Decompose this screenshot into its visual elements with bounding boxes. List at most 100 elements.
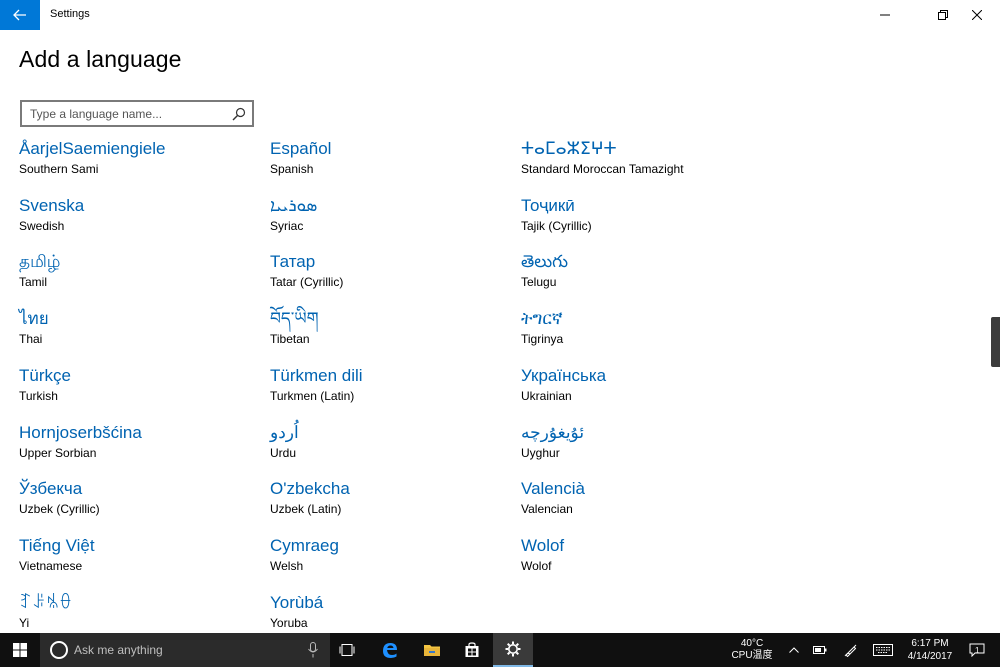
language-native-name: Tiếng Việt (19, 535, 95, 555)
language-item[interactable]: ไทย Thai (19, 308, 259, 358)
notification-count: 1 (975, 646, 980, 655)
language-native-name: Wolof (521, 535, 565, 555)
language-item[interactable]: ÅarjelSaemiengiele Southern Sami (19, 138, 259, 188)
language-search-box[interactable] (20, 100, 254, 127)
language-native-name: ܣܘܪܝܝܐ (270, 195, 318, 215)
language-english-name: Urdu (270, 445, 297, 460)
language-item[interactable]: اُردو Urdu (270, 422, 510, 472)
restore-icon (938, 10, 948, 20)
language-item[interactable]: Türkçe Turkish (19, 365, 259, 415)
language-item[interactable]: Yorùbá Yoruba (270, 592, 510, 633)
language-english-name: Uzbek (Cyrillic) (19, 502, 100, 517)
language-item[interactable]: Español Spanish (270, 138, 510, 188)
show-hidden-icons-button[interactable] (781, 633, 807, 667)
language-english-name: Valencian (521, 502, 573, 517)
language-native-name: ئۇيغۇرچە (521, 422, 585, 442)
language-english-name: Swedish (19, 218, 65, 233)
close-icon (972, 10, 982, 20)
back-button[interactable] (0, 0, 40, 30)
cortana-icon (50, 641, 68, 659)
language-item[interactable]: Valencià Valencian (521, 478, 761, 528)
battery-button[interactable] (807, 633, 833, 667)
language-native-name: Ўзбекча (19, 479, 83, 499)
language-item[interactable]: Hornjoserbšćina Upper Sorbian (19, 422, 259, 472)
search-icon[interactable] (232, 107, 246, 121)
store-bag-icon (465, 642, 479, 657)
back-arrow-icon (13, 9, 26, 21)
file-explorer-button[interactable] (412, 633, 452, 667)
language-item[interactable]: ꆈꌠꁱꂷ Yi (19, 592, 259, 633)
task-view-button[interactable] (330, 633, 364, 667)
language-item[interactable]: தமிழ் Tamil (19, 251, 259, 301)
store-button[interactable] (452, 633, 492, 667)
language-native-name: Тоҷикӣ (521, 195, 575, 215)
language-item[interactable]: Українська Ukrainian (521, 365, 761, 415)
cpu-temperature[interactable]: 40°C CPU温度 (728, 638, 776, 662)
pen-workspace-button[interactable] (838, 633, 864, 667)
scrollbar-thumb[interactable] (991, 317, 1000, 367)
language-native-name: Valencià (521, 479, 585, 499)
language-native-name: ⵜⴰⵎⴰⵣⵉⵖⵜ (521, 139, 617, 158)
language-native-name: བོད་ཡིག (270, 309, 319, 329)
cortana-search-text: Ask me anything (74, 643, 163, 657)
language-native-name: ትግርኛ (521, 309, 563, 329)
language-english-name: Telugu (521, 275, 557, 290)
language-item[interactable]: Тоҷикӣ Tajik (Cyrillic) (521, 195, 761, 245)
language-native-name: اُردو (270, 422, 299, 442)
cortana-search-box[interactable]: Ask me anything (40, 633, 330, 667)
language-item[interactable]: ⵜⴰⵎⴰⵣⵉⵖⵜ Standard Moroccan Tamazight (521, 138, 761, 188)
language-english-name: Syriac (270, 218, 304, 233)
start-button[interactable] (0, 633, 40, 667)
language-item[interactable]: Türkmen dili Turkmen (Latin) (270, 365, 510, 415)
minimize-button[interactable] (862, 0, 908, 30)
battery-icon (813, 646, 827, 654)
cpu-temp-value: 40°C (740, 638, 764, 649)
language-item[interactable]: తెలుగు Telugu (521, 251, 761, 301)
action-center-button[interactable]: 1 (962, 633, 992, 667)
settings-window: Settings Add a language ÅarjelSaemiengie… (0, 0, 1000, 633)
close-button[interactable] (954, 0, 1000, 30)
language-native-name: Türkmen dili (270, 365, 363, 385)
language-item[interactable]: བོད་ཡིག Tibetan (270, 308, 510, 358)
settings-taskbar-button[interactable] (493, 633, 533, 667)
language-item[interactable]: Татар Tatar (Cyrillic) (270, 251, 510, 301)
language-native-name: ꆈꌠꁱꂷ (19, 592, 73, 612)
language-english-name: Vietnamese (19, 558, 83, 573)
title-bar: Settings (0, 0, 1000, 30)
language-english-name: Thai (19, 332, 43, 347)
language-english-name: Tatar (Cyrillic) (270, 275, 344, 290)
language-item[interactable]: Tiếng Việt Vietnamese (19, 535, 259, 585)
language-english-name: Tibetan (270, 332, 310, 347)
language-native-name: Türkçe (19, 365, 71, 385)
edge-icon (383, 643, 397, 658)
language-search-input[interactable] (30, 105, 230, 123)
language-english-name: Tajik (Cyrillic) (521, 218, 592, 233)
language-english-name: Standard Moroccan Tamazight (521, 162, 684, 176)
language-item[interactable]: ܣܘܪܝܝܐ Syriac (270, 195, 510, 245)
language-native-name: O'zbekcha (270, 479, 350, 499)
pen-icon (844, 644, 857, 657)
language-native-name: Hornjoserbšćina (19, 422, 142, 442)
microphone-icon[interactable] (308, 642, 318, 658)
language-item[interactable]: ئۇيغۇرچە Uyghur (521, 422, 761, 472)
language-native-name: Cymraeg (270, 535, 339, 555)
language-native-name: ÅarjelSaemiengiele (19, 139, 166, 158)
language-english-name: Wolof (521, 558, 552, 573)
language-item[interactable]: Ўзбекча Uzbek (Cyrillic) (19, 478, 259, 528)
language-native-name: ไทย (19, 309, 49, 329)
language-english-name: Yi (19, 615, 30, 630)
language-item[interactable]: O'zbekcha Uzbek (Latin) (270, 478, 510, 528)
language-item[interactable]: Cymraeg Welsh (270, 535, 510, 585)
language-english-name: Yoruba (270, 615, 308, 630)
chevron-up-icon (789, 647, 799, 653)
language-item[interactable]: Svenska Swedish (19, 195, 259, 245)
language-item[interactable]: ትግርኛ Tigrinya (521, 308, 761, 358)
language-native-name: Español (270, 139, 332, 158)
clock[interactable]: 6:17 PM 4/14/2017 (900, 637, 960, 663)
edge-button[interactable] (370, 633, 410, 667)
app-title: Settings (50, 8, 90, 20)
touch-keyboard-button[interactable] (870, 633, 896, 667)
folder-icon (424, 645, 440, 656)
taskbar: Ask me anything 40°C CPU温度 6:17 PM 4/14/… (0, 633, 1000, 667)
language-item[interactable]: Wolof Wolof (521, 535, 761, 585)
